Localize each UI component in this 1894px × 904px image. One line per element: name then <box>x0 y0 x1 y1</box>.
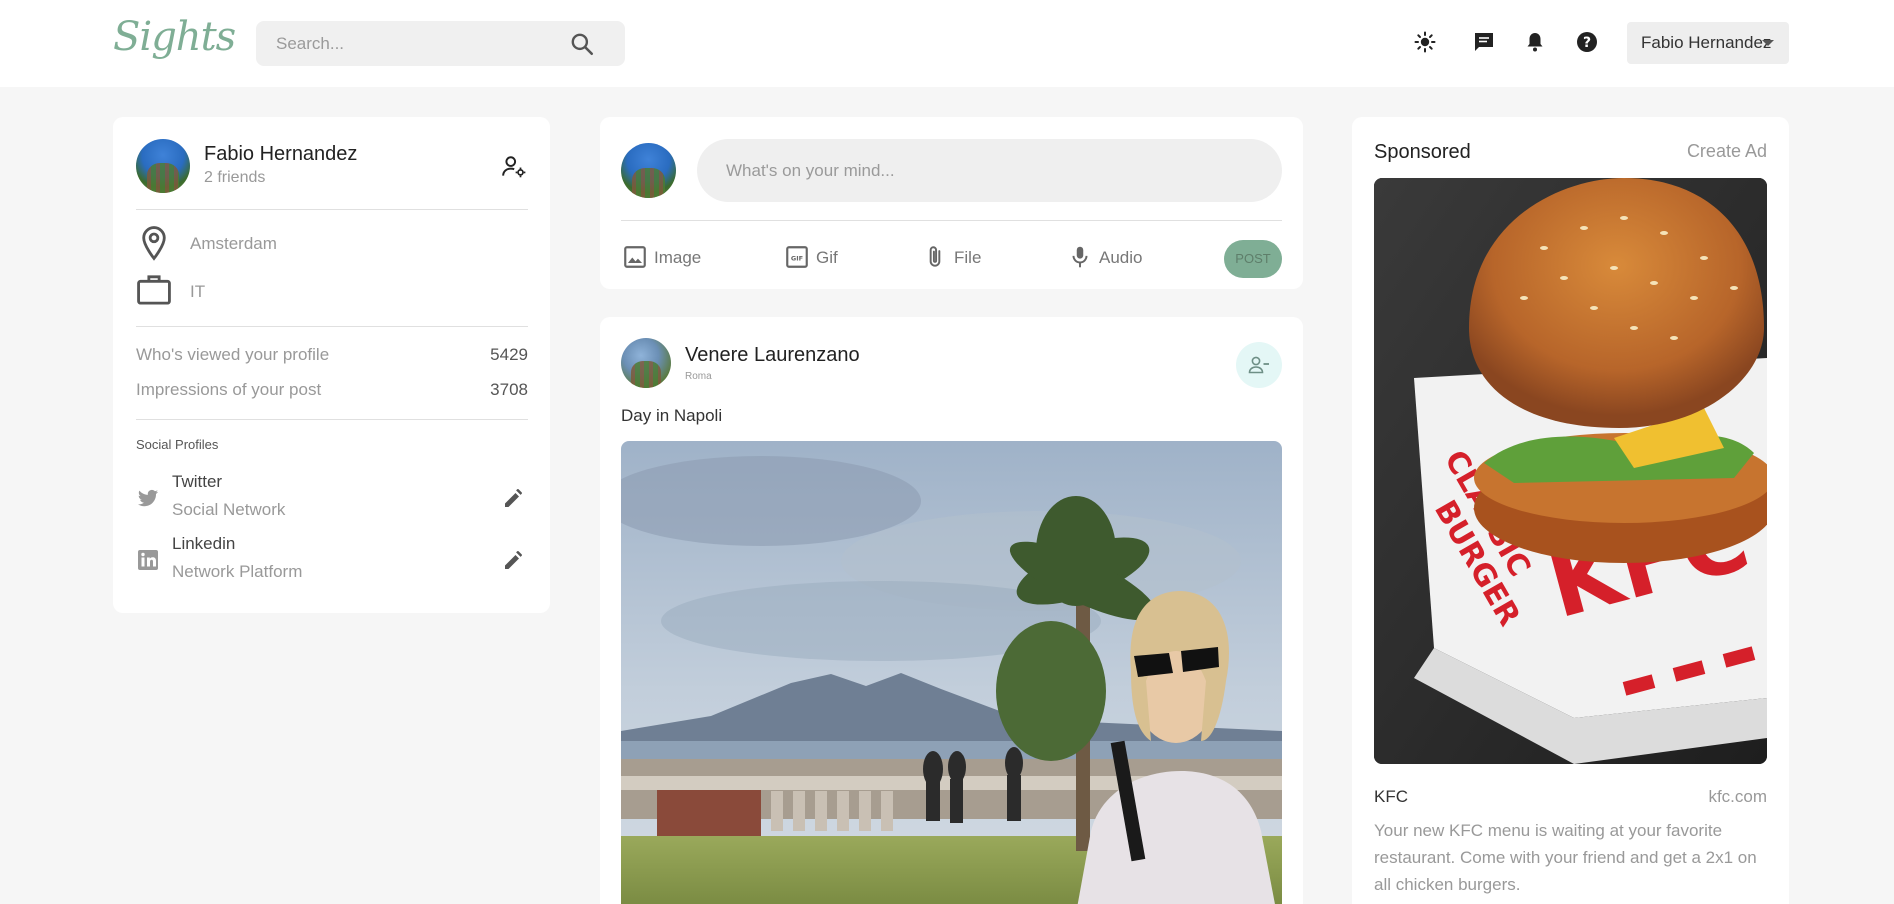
post-composer: Image GIF Gif File Audio POST <box>600 117 1303 289</box>
composer-image-button[interactable]: Image <box>622 244 702 270</box>
svg-text:?: ? <box>1583 35 1591 51</box>
post-author-name[interactable]: Venere Laurenzano <box>685 344 860 367</box>
social-linkedin-name[interactable]: Linkedin <box>172 534 235 554</box>
ad-brand-name[interactable]: KFC <box>1374 787 1408 807</box>
composer-file-label: File <box>954 248 982 267</box>
stat-impressions-value: 3708 <box>490 380 528 399</box>
linkedin-icon <box>138 550 158 570</box>
naples-photo <box>621 441 1282 904</box>
social-linkedin-subtitle: Network Platform <box>172 562 303 581</box>
app-logo[interactable]: Sights <box>113 14 236 60</box>
kfc-burger-image: CLASSIC BURGER KFC <box>1374 178 1767 764</box>
svg-text:GIF: GIF <box>791 254 803 262</box>
manage-account-icon[interactable] <box>501 154 527 180</box>
profile-avatar[interactable] <box>136 139 190 193</box>
help-icon[interactable]: ? <box>1575 30 1599 54</box>
ad-image[interactable]: CLASSIC BURGER KFC <box>1374 178 1767 764</box>
chevron-down-icon <box>1762 40 1774 46</box>
attachment-icon <box>929 246 941 267</box>
post-caption: Day in Napoli <box>621 406 723 425</box>
notifications-icon[interactable] <box>1523 30 1547 54</box>
divider <box>621 220 1282 221</box>
sponsored-heading: Sponsored <box>1374 141 1471 163</box>
composer-input-wrapper <box>697 139 1282 202</box>
divider <box>136 326 528 327</box>
ad-url[interactable]: kfc.com <box>1708 787 1767 807</box>
composer-audio-button[interactable]: Audio <box>1067 244 1147 270</box>
image-icon <box>624 246 646 268</box>
profile-card: Fabio Hernandez 2 friends Amsterdam IT W… <box>113 117 550 613</box>
stat-impressions-label: Impressions of your post <box>136 380 322 399</box>
location-pin-icon <box>142 226 166 261</box>
gif-icon: GIF <box>786 246 808 268</box>
post-card: Venere Laurenzano Roma Day in Napoli <box>600 317 1303 904</box>
composer-image-label: Image <box>654 248 702 267</box>
composer-input[interactable] <box>726 139 1256 202</box>
ad-description: Your new KFC menu is waiting at your fav… <box>1374 821 1757 894</box>
post-author-avatar[interactable] <box>621 338 671 388</box>
search-input[interactable] <box>276 21 566 66</box>
top-navbar: Sights ? Fabio Hernandez <box>0 0 1894 87</box>
composer-gif-button[interactable]: GIF Gif <box>784 244 848 270</box>
divider <box>136 209 528 210</box>
divider <box>136 419 528 420</box>
person-remove-icon <box>1248 356 1269 374</box>
light-mode-icon[interactable] <box>1413 30 1437 54</box>
social-profiles-heading: Social Profiles <box>136 437 219 452</box>
create-ad-link[interactable]: Create Ad <box>1687 141 1767 162</box>
post-location: Roma <box>685 371 712 382</box>
composer-file-button[interactable]: File <box>922 244 986 270</box>
user-menu-name: Fabio Hernandez <box>1641 33 1772 52</box>
remove-friend-button[interactable] <box>1236 342 1282 388</box>
post-button[interactable]: POST <box>1224 240 1282 278</box>
edit-linkedin-icon[interactable] <box>501 548 525 572</box>
search-icon[interactable] <box>569 31 595 57</box>
twitter-icon <box>138 489 158 507</box>
profile-location: Amsterdam <box>190 234 277 253</box>
stat-profile-views-value: 5429 <box>490 345 528 364</box>
microphone-icon <box>1072 246 1088 268</box>
composer-gif-label: Gif <box>816 248 838 267</box>
social-twitter-subtitle: Social Network <box>172 500 286 519</box>
messages-icon[interactable] <box>1472 30 1496 54</box>
composer-audio-label: Audio <box>1099 248 1143 267</box>
stat-profile-views-label: Who's viewed your profile <box>136 345 330 364</box>
profile-occupation: IT <box>190 282 206 301</box>
user-menu-dropdown[interactable]: Fabio Hernandez <box>1627 22 1789 64</box>
sponsored-card: Sponsored Create Ad CLASSIC BURGER <box>1352 117 1789 904</box>
edit-twitter-icon[interactable] <box>501 486 525 510</box>
briefcase-icon <box>137 275 171 305</box>
composer-avatar <box>621 143 676 198</box>
social-twitter-name[interactable]: Twitter <box>172 472 222 492</box>
profile-name[interactable]: Fabio Hernandez <box>204 143 357 166</box>
post-photo[interactable] <box>621 441 1282 904</box>
profile-friends-count: 2 friends <box>204 169 266 186</box>
search-bar <box>256 21 625 66</box>
